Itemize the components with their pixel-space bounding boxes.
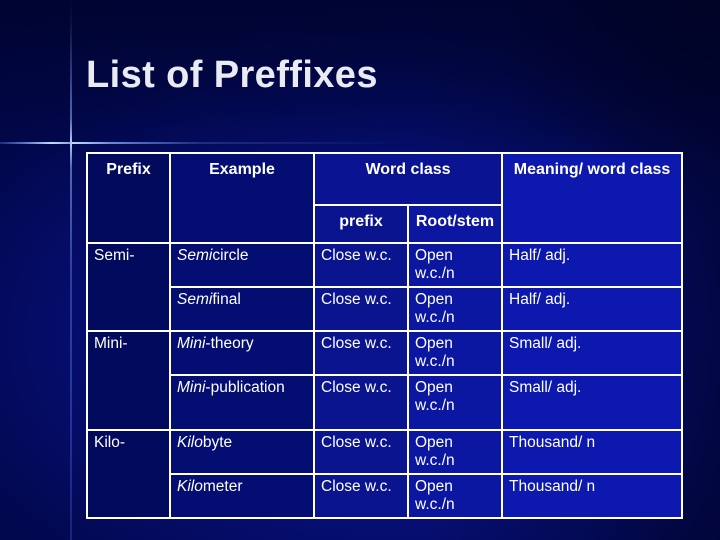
- cell-word-class-prefix: Close w.c.: [313, 242, 409, 288]
- table-row: Kilometer Close w.c. Open w.c./n Thousan…: [86, 473, 683, 519]
- header-word-class: Word class: [313, 152, 503, 206]
- example-prefix-part: Semi: [177, 247, 213, 264]
- cell-word-class-prefix: Close w.c.: [313, 286, 409, 332]
- cell-prefix-mini: Mini-: [86, 330, 171, 375]
- cell-word-class-prefix: Close w.c.: [313, 330, 409, 376]
- prefix-table-container: Prefix Example Word class Meaning/ word …: [86, 152, 683, 519]
- cell-meaning: Thousand/ n: [501, 473, 683, 519]
- cell-example: Mini-publication: [169, 374, 315, 431]
- page-title: List of Preffixes: [86, 54, 378, 96]
- decorative-vertical-line: [70, 0, 72, 540]
- cell-prefix-semi-cont: [86, 287, 171, 332]
- cell-meaning: Half/ adj.: [501, 242, 683, 288]
- header-meaning: Meaning/ word class: [501, 152, 683, 244]
- table-header-row-main: Prefix Example Word class Meaning/ word …: [86, 152, 683, 244]
- cell-word-class-root: Open w.c./n: [407, 473, 503, 519]
- header-word-class-prefix: prefix: [313, 204, 409, 244]
- example-prefix-part: Mini: [177, 335, 206, 352]
- example-stem-part: meter: [202, 478, 243, 495]
- slide-canvas: List of Preffixes Prefix Example Word cl…: [0, 0, 720, 540]
- example-stem-part: final: [212, 291, 241, 308]
- cell-meaning: Thousand/ n: [501, 429, 683, 475]
- table-body: Semi- Semicircle Close w.c. Open w.c./n …: [86, 242, 683, 519]
- cell-word-class-root: Open w.c./n: [407, 330, 503, 376]
- cell-prefix-kilo: Kilo-: [86, 429, 171, 474]
- cell-meaning: Half/ adj.: [501, 286, 683, 332]
- cell-word-class-root: Open w.c./n: [407, 286, 503, 332]
- table-row: Semi- Semicircle Close w.c. Open w.c./n …: [86, 242, 683, 288]
- cell-example: Mini-theory: [169, 330, 315, 376]
- cell-prefix-semi: Semi-: [86, 242, 171, 287]
- cell-word-class-prefix: Close w.c.: [313, 429, 409, 475]
- example-prefix-part: Kilo: [177, 478, 203, 495]
- cell-word-class-prefix: Close w.c.: [313, 374, 409, 431]
- example-stem-part: -theory: [205, 335, 254, 352]
- cell-example: Semifinal: [169, 286, 315, 332]
- cell-prefix-kilo-cont: [86, 474, 171, 519]
- prefix-table: Prefix Example Word class Meaning/ word …: [86, 152, 683, 519]
- table-row: Semifinal Close w.c. Open w.c./n Half/ a…: [86, 286, 683, 332]
- decorative-horizontal-line-right: [72, 142, 402, 144]
- cell-word-class-root: Open w.c./n: [407, 374, 503, 431]
- table-header: Prefix Example Word class Meaning/ word …: [86, 152, 683, 244]
- header-word-class-root: Root/stem: [407, 204, 503, 244]
- cell-prefix-mini-cont: [86, 375, 171, 431]
- example-stem-part: -publication: [205, 379, 285, 396]
- example-prefix-part: Kilo: [177, 434, 203, 451]
- cell-meaning: Small/ adj.: [501, 374, 683, 431]
- cell-word-class-root: Open w.c./n: [407, 242, 503, 288]
- cell-example: Semicircle: [169, 242, 315, 288]
- cell-meaning: Small/ adj.: [501, 330, 683, 376]
- cell-example: Kilometer: [169, 473, 315, 519]
- example-prefix-part: Mini: [177, 379, 206, 396]
- header-example: Example: [169, 152, 315, 244]
- cell-example: Kilobyte: [169, 429, 315, 475]
- table-row: Mini-publication Close w.c. Open w.c./n …: [86, 374, 683, 431]
- example-stem-part: byte: [202, 434, 233, 451]
- example-stem-part: circle: [212, 247, 249, 264]
- cell-word-class-root: Open w.c./n: [407, 429, 503, 475]
- header-prefix: Prefix: [86, 152, 171, 244]
- table-row: Mini- Mini-theory Close w.c. Open w.c./n…: [86, 330, 683, 376]
- example-prefix-part: Semi: [177, 291, 213, 308]
- table-row: Kilo- Kilobyte Close w.c. Open w.c./n Th…: [86, 429, 683, 475]
- cell-word-class-prefix: Close w.c.: [313, 473, 409, 519]
